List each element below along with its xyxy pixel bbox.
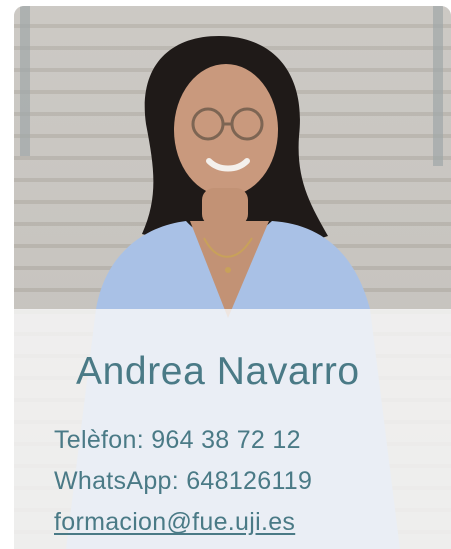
whatsapp-text: WhatsApp: 648126119	[54, 467, 313, 495]
email-link[interactable]: formacion@fue.uji.es	[54, 508, 295, 537]
contact-card: Andrea Navarro Telèfon: 964 38 72 12 Wha…	[14, 6, 451, 549]
phone-text: Telèfon: 964 38 72 12	[54, 426, 301, 454]
contact-name: Andrea Navarro	[76, 350, 360, 393]
